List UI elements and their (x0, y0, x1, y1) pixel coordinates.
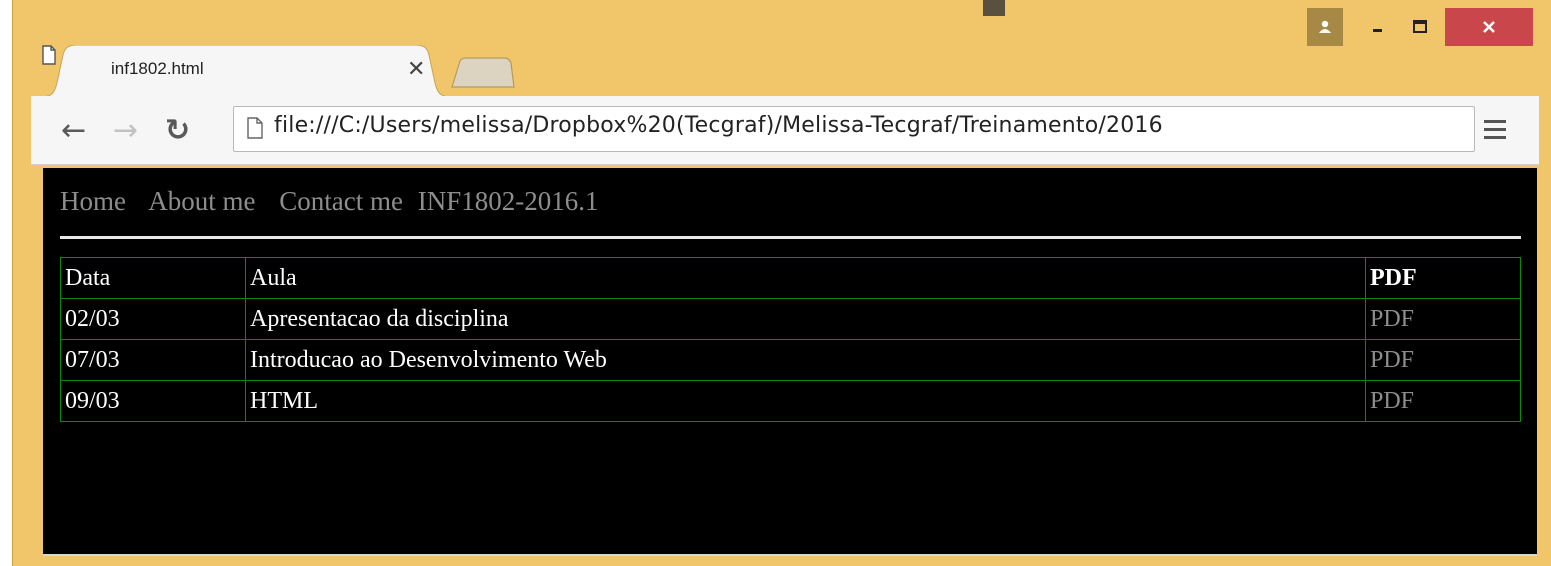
url-text: file:///C:/Users/melissa/Dropbox%20(Tecg… (274, 113, 1163, 138)
reload-icon[interactable]: ↻ (165, 116, 190, 146)
pdf-link[interactable]: PDF (1365, 339, 1521, 381)
lessons-table: Data Aula PDF 02/03 Apresentacao da disc… (60, 257, 1521, 422)
close-window-button[interactable] (1445, 8, 1533, 46)
maximize-button[interactable] (1399, 8, 1441, 46)
tab-title: inf1802.html (111, 59, 204, 78)
window-controls (1307, 8, 1533, 46)
tab-inf1802[interactable]: inf1802.html ✕ (41, 45, 451, 97)
minimize-button[interactable] (1357, 8, 1399, 46)
table-row: 09/03 HTML PDF (60, 380, 1521, 422)
row-date: 09/03 (60, 380, 246, 422)
table-header-row: Data Aula PDF (60, 257, 1521, 299)
header-aula: Aula (245, 257, 1366, 299)
web-page: Home About me Contact me INF1802-2016.1 … (43, 168, 1537, 554)
background-window-edge (983, 0, 1005, 16)
row-date: 07/03 (60, 339, 246, 381)
browser-window: inf1802.html ✕ ← → ↻ file:///C:/Users/me… (12, 0, 1551, 566)
row-lesson: HTML (245, 380, 1366, 422)
header-pdf: PDF (1365, 257, 1521, 299)
row-date: 02/03 (60, 298, 246, 340)
tab-shape (41, 45, 451, 97)
tab-close-icon[interactable]: ✕ (407, 57, 425, 82)
nav-link-contact[interactable]: Contact me (279, 186, 403, 216)
back-arrow-icon[interactable]: ← (61, 116, 86, 146)
divider (60, 236, 1521, 239)
page-bottom-edge (43, 554, 1537, 556)
course-title: INF1802-2016.1 (417, 186, 599, 216)
maximize-icon (1413, 20, 1427, 33)
document-icon (247, 117, 263, 139)
pdf-link[interactable]: PDF (1365, 298, 1521, 340)
minimize-icon (1373, 29, 1382, 32)
user-profile-button[interactable] (1307, 8, 1343, 46)
new-tab-button[interactable] (450, 57, 516, 89)
table-row: 02/03 Apresentacao da disciplina PDF (60, 298, 1521, 340)
document-icon (42, 45, 56, 65)
browser-toolbar: ← → ↻ file:///C:/Users/melissa/Dropbox%2… (31, 96, 1539, 165)
user-icon (1319, 20, 1331, 33)
nav-link-home[interactable]: Home (60, 186, 126, 216)
site-nav: Home About me Contact me INF1802-2016.1 (60, 186, 598, 217)
bookmark-star-icon[interactable] (1474, 115, 1475, 151)
row-lesson: Introducao ao Desenvolvimento Web (245, 339, 1366, 381)
pdf-link[interactable]: PDF (1365, 380, 1521, 422)
menu-icon[interactable] (1484, 120, 1506, 144)
nav-link-about[interactable]: About me (148, 186, 255, 216)
address-bar[interactable]: file:///C:/Users/melissa/Dropbox%20(Tecg… (233, 106, 1475, 152)
header-data: Data (60, 257, 246, 299)
table-row: 07/03 Introducao ao Desenvolvimento Web … (60, 339, 1521, 381)
forward-arrow-icon[interactable]: → (113, 116, 138, 146)
close-icon (1483, 21, 1495, 33)
row-lesson: Apresentacao da disciplina (245, 298, 1366, 340)
